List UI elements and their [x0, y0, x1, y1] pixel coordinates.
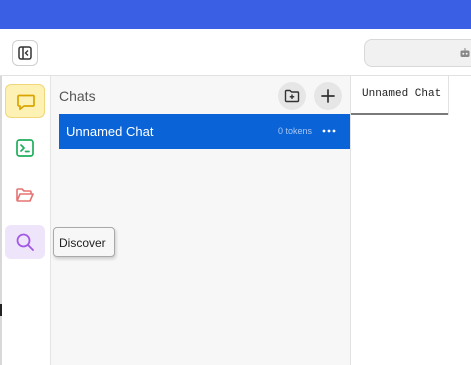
chat-bubble-icon — [17, 94, 35, 111]
robot-icon — [460, 48, 470, 57]
tab-separator — [448, 76, 449, 115]
chats-panel-title: Chats — [59, 88, 96, 104]
more-options-icon[interactable] — [321, 123, 337, 139]
chat-item-name: Unnamed Chat — [66, 124, 154, 139]
rail-discover-button[interactable] — [5, 225, 45, 259]
new-chat-button[interactable] — [314, 82, 342, 110]
sidebar-collapse-button[interactable] — [12, 40, 38, 66]
model-selector[interactable] — [364, 39, 471, 67]
top-toolbar — [0, 29, 471, 76]
rail-terminal-button[interactable] — [5, 131, 45, 165]
sidebar-collapse-icon — [18, 46, 32, 60]
folder-open-icon — [16, 188, 34, 202]
window-left-edge — [0, 76, 2, 365]
chats-panel: Chats Unnamed Chat 0 tokens — [51, 76, 351, 365]
plus-icon — [321, 89, 335, 103]
discover-tooltip: Discover — [53, 227, 115, 257]
search-icon — [16, 233, 34, 251]
chat-item-tokens: 0 tokens — [278, 126, 313, 136]
rail-files-button[interactable] — [5, 178, 45, 212]
activity-rail — [0, 76, 51, 365]
tooltip-text: Discover — [59, 236, 106, 250]
rail-chats-button[interactable] — [5, 84, 45, 118]
resize-handle[interactable] — [0, 304, 2, 316]
folder-plus-icon — [284, 89, 300, 103]
tab-unnamed-chat[interactable]: Unnamed Chat — [351, 76, 448, 115]
window-titlebar — [0, 0, 471, 29]
main-area: Unnamed Chat — [351, 76, 471, 365]
terminal-icon — [16, 139, 34, 157]
tab-label: Unnamed Chat — [362, 88, 442, 100]
chat-list-item[interactable]: Unnamed Chat 0 tokens — [59, 114, 350, 149]
new-folder-button[interactable] — [278, 82, 306, 110]
